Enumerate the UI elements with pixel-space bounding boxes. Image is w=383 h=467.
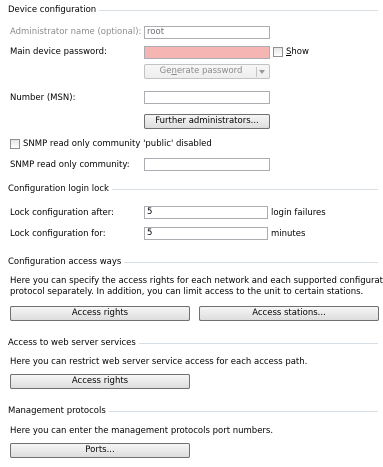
generate-rest: erate password — [176, 66, 243, 76]
main-password-field[interactable] — [144, 46, 270, 59]
section-title-login-lock: Configuration login lock — [8, 184, 112, 194]
access-ways-description-line2: protocol separately. In addition, you ca… — [10, 287, 364, 297]
generate-prefix: Ge — [159, 66, 172, 76]
show-password-label[interactable]: Show — [286, 47, 309, 57]
lock-after-field[interactable]: 5 — [144, 206, 268, 219]
snmp-community-label: SNMP read only community: — [10, 160, 130, 170]
generate-password-button[interactable]: Generate password — [144, 64, 270, 79]
snmp-community-field[interactable] — [144, 158, 270, 171]
management-protocols-description: Here you can enter the management protoc… — [10, 426, 274, 436]
admin-name-field[interactable]: root — [144, 26, 270, 39]
show-rest: how — [291, 47, 309, 57]
chevron-down-icon[interactable] — [259, 70, 265, 74]
web-access-rights-button[interactable]: Access rights — [10, 374, 190, 389]
access-rights-button[interactable]: Access rights — [10, 306, 190, 321]
lock-after-unit: login failures — [271, 208, 326, 218]
lock-for-field[interactable]: 5 — [144, 227, 268, 240]
snmp-public-disabled-label[interactable]: SNMP read only community 'public' disabl… — [23, 139, 212, 149]
section-title-access-ways: Configuration access ways — [8, 257, 125, 267]
dropdown-separator — [256, 67, 257, 77]
section-title-management-protocols: Management protocols — [8, 406, 109, 416]
number-msn-field[interactable] — [144, 91, 270, 104]
number-msn-label: Number (MSN): — [10, 93, 76, 103]
show-password-checkbox[interactable] — [273, 47, 283, 57]
lock-after-label: Lock configuration after: — [10, 208, 114, 218]
main-password-label: Main device password: — [10, 47, 107, 57]
ports-button[interactable]: Ports... — [10, 443, 190, 458]
access-ways-description-line1: Here you can specify the access rights f… — [10, 276, 383, 286]
further-administrators-button[interactable]: Further administrators... — [144, 114, 270, 129]
admin-name-label: Administrator name (optional): — [10, 27, 142, 37]
section-title-web-server: Access to web server services — [8, 338, 139, 348]
lock-for-label: Lock configuration for: — [10, 229, 106, 239]
snmp-public-disabled-checkbox[interactable] — [10, 139, 20, 149]
access-stations-button[interactable]: Access stations... — [199, 306, 379, 321]
section-title-device-configuration: Device configuration — [8, 5, 100, 15]
lock-for-unit: minutes — [271, 229, 306, 239]
generate-password-label: Generate password — [145, 65, 257, 78]
web-server-description: Here you can restrict web server service… — [10, 357, 308, 367]
